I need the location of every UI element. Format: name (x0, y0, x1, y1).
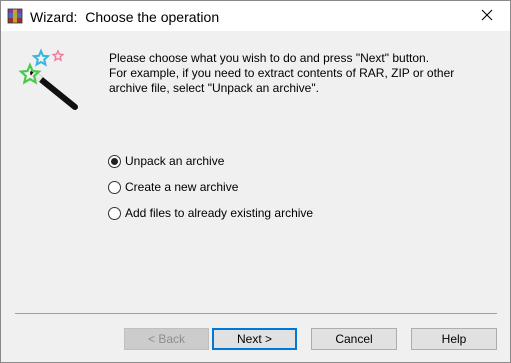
radio-button[interactable] (108, 180, 121, 194)
radio-selected-dot (111, 157, 118, 165)
title-bar[interactable]: Wizard: Choose the operation (1, 1, 510, 31)
radio-button[interactable] (108, 206, 121, 220)
option-label: Create a new archive (125, 180, 239, 194)
instruction-text: Please choose what you wish to do and pr… (109, 51, 455, 95)
option-unpack-archive[interactable]: Unpack an archive (108, 153, 224, 169)
cancel-button[interactable]: Cancel (311, 328, 397, 350)
wizard-window: Wizard: Choose the operation Please choo… (0, 0, 511, 363)
option-add-files[interactable]: Add files to already existing archive (108, 205, 313, 221)
window-title: Wizard: Choose the operation (30, 9, 220, 25)
option-create-archive[interactable]: Create a new archive (108, 179, 238, 195)
option-label: Unpack an archive (125, 154, 225, 168)
close-icon (481, 9, 493, 24)
footer-divider (15, 313, 497, 314)
close-button[interactable] (464, 1, 510, 31)
option-label: Add files to already existing archive (125, 206, 314, 220)
magic-wand-icon (11, 47, 83, 113)
back-button[interactable]: < Back (124, 328, 209, 350)
winrar-app-icon (7, 8, 23, 24)
help-button[interactable]: Help (411, 328, 497, 350)
next-button[interactable]: Next > (212, 328, 297, 350)
radio-button[interactable] (108, 154, 121, 168)
